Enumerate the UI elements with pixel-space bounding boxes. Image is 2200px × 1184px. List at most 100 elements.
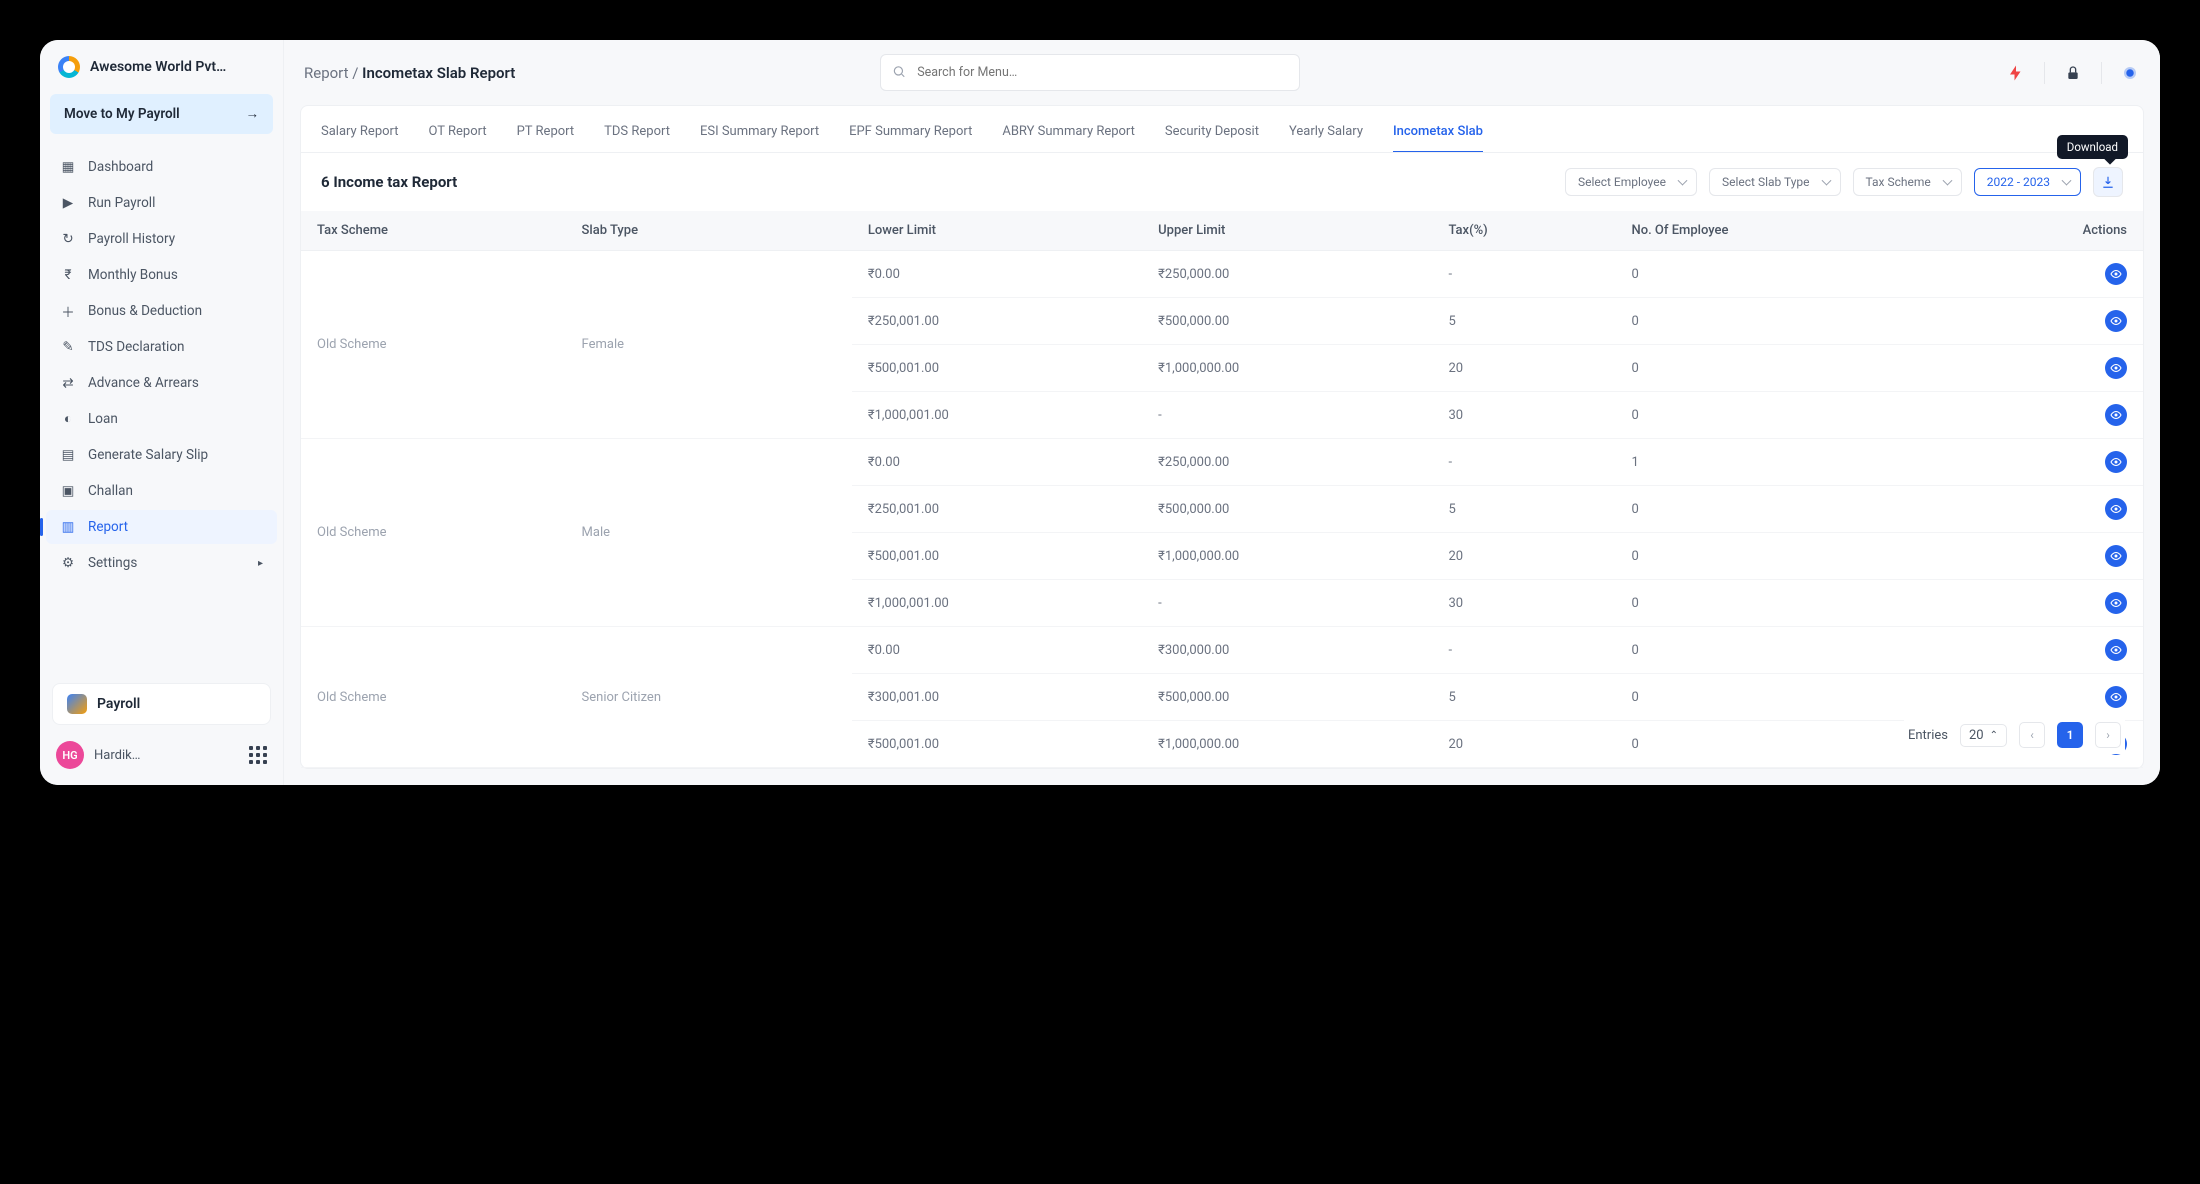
select-employee[interactable]: Select Employee: [1565, 168, 1697, 196]
cell-emp: 0: [1615, 580, 1946, 627]
sidebar-item-label: Settings: [88, 555, 137, 571]
download-button[interactable]: Download: [2093, 167, 2123, 197]
tab-incometax-slab[interactable]: Incometax Slab: [1393, 116, 1483, 153]
sidebar-item-monthly-bonus[interactable]: ₹Monthly Bonus: [46, 258, 277, 292]
view-button[interactable]: [2105, 310, 2127, 332]
sidebar-item-run-payroll[interactable]: ▶Run Payroll: [46, 186, 277, 220]
tab-salary-report[interactable]: Salary Report: [321, 116, 399, 152]
view-button[interactable]: [2105, 357, 2127, 379]
table-wrap[interactable]: Tax SchemeSlab TypeLower LimitUpper Limi…: [301, 211, 2143, 768]
cell-tax: 30: [1432, 580, 1615, 627]
tab-pt-report[interactable]: PT Report: [517, 116, 575, 152]
cell-tax: -: [1432, 251, 1615, 298]
cell-actions: [1947, 580, 2143, 627]
cell-tax: 20: [1432, 721, 1615, 768]
cell-actions: [1947, 392, 2143, 439]
sidebar-item-report[interactable]: ▥Report: [46, 510, 277, 544]
tab-abry-summary-report[interactable]: ABRY Summary Report: [1002, 116, 1135, 152]
table-row: Old SchemeMale₹0.00₹250,000.00-1: [301, 439, 2143, 486]
entries-select[interactable]: 20 ⌃: [1960, 724, 2007, 747]
view-button[interactable]: [2105, 686, 2127, 708]
sidebar-item-dashboard[interactable]: ▦Dashboard: [46, 150, 277, 184]
view-button[interactable]: [2105, 545, 2127, 567]
cell-emp: 0: [1615, 298, 1946, 345]
lock-icon[interactable]: [2063, 63, 2083, 83]
report-title: 6 Income tax Report: [321, 173, 457, 191]
cell-emp: 0: [1615, 486, 1946, 533]
nav-icon: ⇄: [60, 375, 76, 391]
sidebar-item-label: Loan: [88, 411, 118, 427]
view-button[interactable]: [2105, 263, 2127, 285]
arrow-right-icon: →: [246, 106, 260, 122]
tab-tds-report[interactable]: TDS Report: [604, 116, 670, 152]
brand[interactable]: Awesome World Pvt…: [40, 40, 283, 94]
move-to-my-payroll-button[interactable]: Move to My Payroll →: [50, 94, 273, 134]
cell-lower: ₹500,001.00: [852, 345, 1142, 392]
sidebar-item-label: TDS Declaration: [88, 339, 185, 355]
sidebar-item-challan[interactable]: ▣Challan: [46, 474, 277, 508]
sidebar-item-generate-salary-slip[interactable]: ▤Generate Salary Slip: [46, 438, 277, 472]
sidebar-item-tds-declaration[interactable]: ✎TDS Declaration: [46, 330, 277, 364]
cell-actions: [1947, 298, 2143, 345]
cell-actions: [1947, 251, 2143, 298]
cell-tax: 5: [1432, 298, 1615, 345]
sidebar-item-label: Advance & Arrears: [88, 375, 199, 391]
sidebar-nav: ▦Dashboard▶Run Payroll ↻ Payroll History ₹M…: [40, 148, 283, 671]
sidebar-item-payroll-history[interactable]: ↻ Payroll History: [46, 222, 277, 256]
cell-lower: ₹1,000,001.00: [852, 392, 1142, 439]
sidebar-item-loan[interactable]: ◐Loan: [46, 402, 277, 436]
view-button[interactable]: [2105, 451, 2127, 473]
tab-yearly-salary[interactable]: Yearly Salary: [1289, 116, 1363, 152]
user-row[interactable]: HG Hardik…: [52, 737, 271, 773]
cell-actions: [1947, 627, 2143, 674]
cell-emp: 0: [1615, 627, 1946, 674]
select-year[interactable]: 2022 - 2023: [1974, 168, 2081, 196]
select-slab-type[interactable]: Select Slab Type: [1709, 168, 1841, 196]
cell-upper: ₹250,000.00: [1142, 439, 1432, 486]
cell-lower: ₹0.00: [852, 627, 1142, 674]
cell-lower: ₹0.00: [852, 439, 1142, 486]
sidebar-item-bonus-deduction[interactable]: ＋Bonus & Deduction: [46, 294, 277, 328]
tab-esi-summary-report[interactable]: ESI Summary Report: [700, 116, 819, 152]
cell-tax-scheme: Old Scheme: [301, 251, 566, 439]
payroll-card[interactable]: Payroll: [52, 683, 271, 725]
page-next-button[interactable]: ›: [2095, 722, 2121, 748]
rocket-icon[interactable]: [2006, 63, 2026, 83]
page-1-button[interactable]: 1: [2057, 722, 2083, 748]
notification-icon[interactable]: [2120, 63, 2140, 83]
view-button[interactable]: [2105, 404, 2127, 426]
page-prev-button[interactable]: ‹: [2019, 722, 2045, 748]
content-panel: Salary Report OT Report PT Report TDS Repor…: [300, 105, 2144, 769]
cell-upper: ₹1,000,000.00: [1142, 533, 1432, 580]
breadcrumb-root[interactable]: Report: [304, 64, 349, 82]
sidebar-item-advance-arrears[interactable]: ⇄ Advance & Arrears: [46, 366, 277, 400]
report-tabs: Salary Report OT Report PT Report TDS Repor…: [301, 106, 2143, 153]
sidebar-item-label: Bonus & Deduction: [88, 303, 202, 319]
cell-emp: 0: [1615, 392, 1946, 439]
tab-epf-summary-report[interactable]: EPF Summary Report: [849, 116, 972, 152]
apps-grid-icon[interactable]: [249, 746, 267, 764]
tab-security-deposit[interactable]: Security Deposit: [1165, 116, 1259, 152]
view-button[interactable]: [2105, 639, 2127, 661]
search-input[interactable]: [880, 54, 1300, 91]
cell-actions: [1947, 486, 2143, 533]
toolbar: 6 Income tax Report Select Employee Sele…: [301, 153, 2143, 211]
cell-slab-type: Male: [566, 439, 852, 627]
cell-emp: 1: [1615, 439, 1946, 486]
nav-icon: ↻: [60, 231, 76, 247]
cell-tax: 5: [1432, 674, 1615, 721]
pager: Entries 20 ⌃ ‹ 1 ›: [1904, 716, 2125, 754]
tab-ot-report[interactable]: OT Report: [429, 116, 487, 152]
sidebar-item-label: Dashboard: [88, 159, 153, 175]
select-tax-scheme[interactable]: Tax Scheme: [1853, 168, 1962, 196]
view-button[interactable]: [2105, 498, 2127, 520]
col-header: Tax(%): [1432, 211, 1615, 251]
cell-upper: ₹250,000.00: [1142, 251, 1432, 298]
cell-tax: -: [1432, 627, 1615, 674]
view-button[interactable]: [2105, 592, 2127, 614]
col-header: No. Of Employee: [1615, 211, 1946, 251]
sidebar-item-label: Payroll History: [88, 231, 175, 247]
entries-label: Entries: [1908, 728, 1948, 743]
nav-icon: ▤: [60, 447, 76, 463]
sidebar-item-settings[interactable]: ⚙Settings▸: [46, 546, 277, 580]
